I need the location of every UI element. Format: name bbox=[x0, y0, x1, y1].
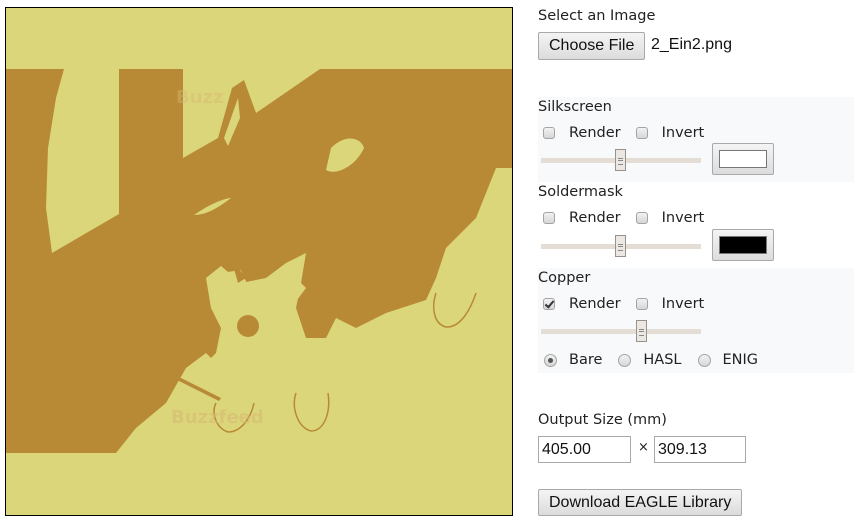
silkscreen-render-label: Render bbox=[569, 125, 621, 141]
download-eagle-library-button[interactable]: Download EAGLE Library bbox=[538, 489, 743, 516]
finish-radio-hasl[interactable] bbox=[618, 353, 632, 367]
output-size-label: Output Size (mm) bbox=[538, 412, 667, 428]
soldermask-threshold-slider[interactable] bbox=[541, 235, 701, 257]
silkscreen-color-picker[interactable] bbox=[712, 143, 774, 175]
copper-render-label: Render bbox=[569, 296, 621, 312]
silkscreen-threshold-slider[interactable] bbox=[541, 149, 701, 171]
slider-track bbox=[541, 329, 701, 334]
output-width-input[interactable] bbox=[538, 436, 631, 463]
finish-radio-bare[interactable] bbox=[544, 353, 557, 367]
watermark-bottom: Buzzfeed bbox=[171, 407, 264, 428]
soldermask-color-picker[interactable] bbox=[712, 229, 774, 261]
soldermask-section: Soldermask Render Invert bbox=[538, 182, 854, 268]
soldermask-render-checkbox[interactable] bbox=[543, 212, 555, 224]
slider-thumb[interactable] bbox=[615, 149, 626, 171]
output-height-input[interactable] bbox=[654, 436, 746, 463]
copper-invert-checkbox[interactable] bbox=[635, 298, 648, 310]
soldermask-title: Soldermask bbox=[538, 184, 623, 200]
finish-radio-enig[interactable] bbox=[697, 353, 711, 367]
slider-thumb[interactable] bbox=[635, 320, 647, 342]
silkscreen-section: Silkscreen Render Invert bbox=[538, 97, 854, 182]
silkscreen-invert-checkbox[interactable] bbox=[635, 127, 648, 139]
slider-thumb[interactable] bbox=[615, 235, 626, 257]
soldermask-invert-checkbox[interactable] bbox=[635, 212, 648, 224]
copper-threshold-slider[interactable] bbox=[541, 320, 701, 342]
copper-title: Copper bbox=[538, 270, 591, 286]
soldermask-color-swatch bbox=[719, 236, 767, 254]
select-image-label: Select an Image bbox=[538, 8, 656, 24]
silkscreen-title: Silkscreen bbox=[538, 99, 612, 115]
image-preview-canvas: Buzz Buzzfeed bbox=[5, 7, 513, 516]
silkscreen-render-checkbox[interactable] bbox=[543, 127, 555, 139]
soldermask-render-label: Render bbox=[569, 210, 621, 226]
finish-label-bare: Bare bbox=[569, 352, 603, 368]
finish-label-enig: ENIG bbox=[722, 352, 759, 368]
soldermask-invert-label: Invert bbox=[661, 210, 705, 226]
copper-section: Copper Render Invert Bare HASL ENIG bbox=[538, 268, 854, 373]
copper-preview-image: Buzz Buzzfeed bbox=[6, 8, 512, 515]
finish-label-hasl: HASL bbox=[643, 352, 682, 368]
silkscreen-color-swatch bbox=[719, 150, 767, 168]
silkscreen-invert-label: Invert bbox=[661, 125, 705, 141]
selected-filename: 2_Ein2.png bbox=[651, 36, 732, 53]
size-separator: × bbox=[638, 440, 649, 455]
copper-invert-label: Invert bbox=[661, 296, 705, 312]
watermark-top: Buzz bbox=[176, 87, 224, 108]
copper-render-checkbox[interactable] bbox=[543, 298, 555, 310]
choose-file-button[interactable]: Choose File bbox=[538, 32, 646, 60]
